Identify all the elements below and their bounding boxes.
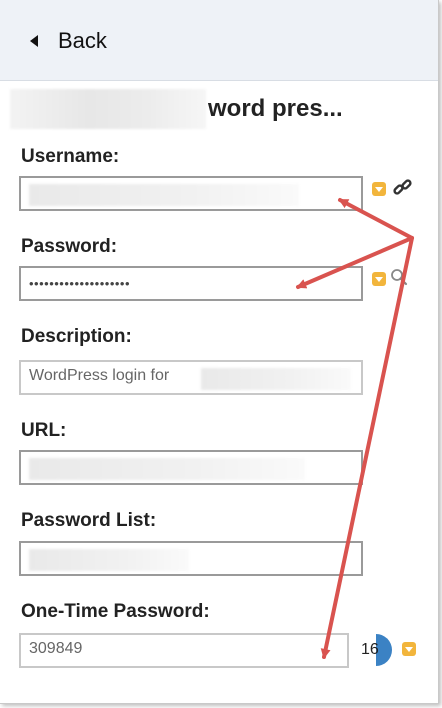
entry-title: word pres...	[10, 88, 343, 130]
save-icon[interactable]	[372, 182, 386, 196]
redacted-title	[10, 89, 206, 129]
redacted-url	[29, 458, 305, 480]
otp-seconds-remaining: 16	[361, 641, 379, 658]
password-label: Password:	[21, 236, 118, 257]
triangle-left-icon	[30, 35, 38, 47]
entry-title-text: word pres...	[208, 95, 343, 122]
description-label: Description:	[21, 326, 132, 347]
link-icon[interactable]	[392, 177, 414, 199]
header-bar: Back	[0, 0, 438, 81]
description-value: WordPress login for	[29, 367, 170, 384]
otp-label: One-Time Password:	[21, 601, 210, 622]
back-button[interactable]: Back	[30, 26, 107, 56]
redacted-description	[201, 368, 351, 390]
password-list-label: Password List:	[21, 510, 157, 531]
password-field[interactable]: ••••••••••••••••••••	[19, 266, 363, 301]
username-label: Username:	[21, 146, 120, 167]
password-value: ••••••••••••••••••••	[29, 276, 131, 291]
username-field[interactable]	[19, 176, 363, 211]
otp-value: 309849	[29, 640, 83, 657]
redacted-password-list	[29, 549, 189, 571]
description-field[interactable]: WordPress login for	[19, 360, 363, 395]
back-label: Back	[58, 28, 107, 53]
save-icon[interactable]	[372, 272, 386, 286]
popup-panel: Back word pres... Username: Password: ••…	[0, 0, 439, 704]
redacted-username	[29, 184, 299, 206]
otp-timer: 16	[360, 634, 392, 666]
save-icon[interactable]	[402, 642, 416, 656]
url-field[interactable]	[19, 450, 363, 485]
otp-field[interactable]: 309849	[19, 633, 349, 668]
url-label: URL:	[21, 420, 67, 441]
password-list-field[interactable]	[19, 541, 363, 576]
magnifier-icon[interactable]	[390, 268, 408, 286]
